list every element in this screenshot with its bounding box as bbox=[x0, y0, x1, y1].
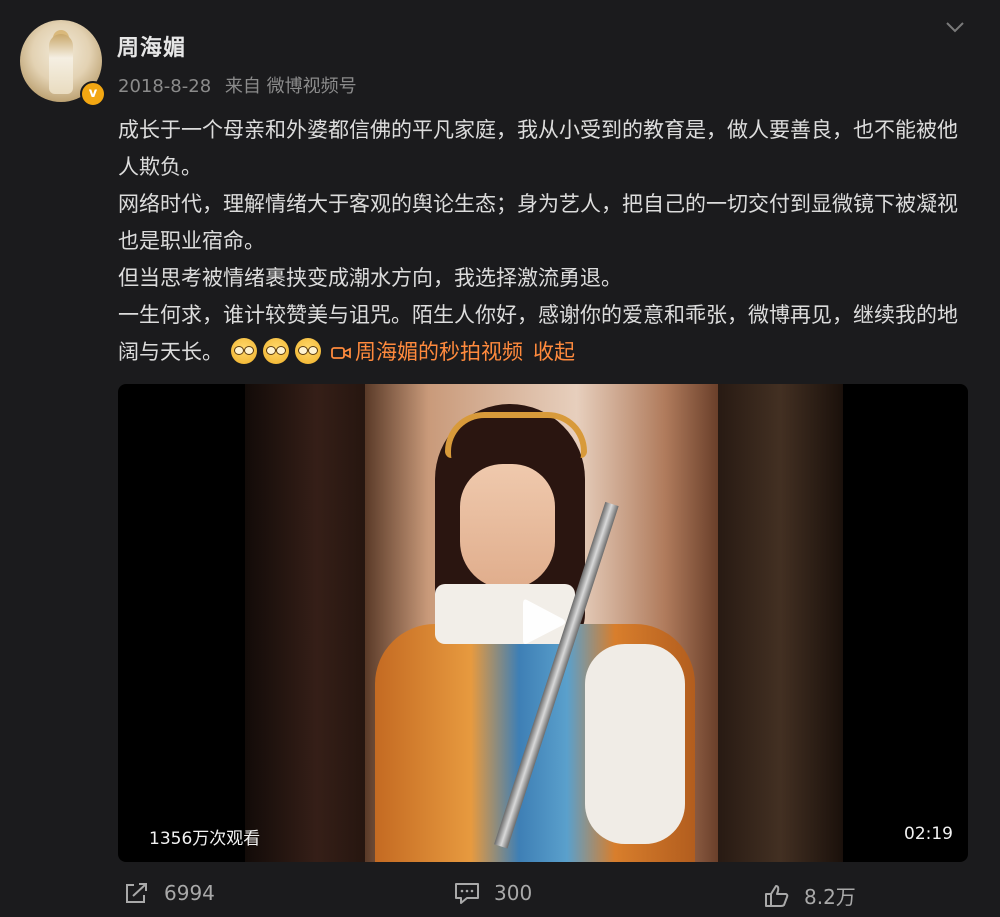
video-link-label: 周海媚的秒拍视频 bbox=[355, 340, 523, 364]
video-link[interactable]: 周海媚的秒拍视频 bbox=[331, 340, 523, 364]
username[interactable]: 周海媚 bbox=[117, 30, 186, 62]
video-camera-icon bbox=[331, 347, 351, 359]
thumbnail-sleeve bbox=[585, 644, 685, 844]
verified-badge-icon: v bbox=[80, 81, 106, 107]
thumbnail-face bbox=[460, 464, 555, 589]
nerd-face-emoji bbox=[263, 338, 289, 364]
post-paragraph-last: 一生何求，谁计较赞美与诅咒。陌生人你好，感谢你的爱意和乖张，微博再见，继续我的地… bbox=[118, 297, 968, 371]
weibo-post-card: v 周海媚 2018-8-28 来自 微博视频号 成长于一个母亲和外婆都信佛的平… bbox=[0, 0, 1000, 917]
action-bar: 6994 300 8.2万 bbox=[0, 875, 1000, 917]
thumbs-up-icon bbox=[765, 884, 789, 907]
play-icon[interactable] bbox=[521, 596, 567, 648]
post-date[interactable]: 2018-8-28 bbox=[118, 76, 211, 97]
nerd-face-emoji bbox=[295, 338, 321, 364]
video-blur-background bbox=[245, 384, 365, 862]
nerd-face-emoji bbox=[231, 338, 257, 364]
post-source: 来自 微博视频号 bbox=[224, 76, 357, 97]
comment-icon bbox=[455, 883, 479, 904]
share-count: 6994 bbox=[164, 881, 215, 905]
post-body: 成长于一个母亲和外婆都信佛的平凡家庭，我从小受到的教育是，做人要善良，也不能被他… bbox=[118, 112, 968, 371]
chevron-down-icon[interactable] bbox=[945, 20, 965, 34]
post-meta: 2018-8-28 来自 微博视频号 bbox=[118, 72, 357, 98]
avatar-figure bbox=[49, 34, 73, 94]
share-icon bbox=[126, 883, 147, 903]
comment-count: 300 bbox=[494, 881, 533, 905]
video-blur-background bbox=[718, 384, 843, 862]
view-count: 1356万次观看 bbox=[149, 829, 261, 849]
like-button[interactable]: 8.2万 bbox=[764, 881, 856, 910]
post-paragraph: 成长于一个母亲和外婆都信佛的平凡家庭，我从小受到的教育是，做人要善良，也不能被他… bbox=[118, 118, 958, 179]
post-paragraph: 但当思考被情绪裹挟变成潮水方向，我选择激流勇退。 bbox=[118, 266, 622, 290]
like-count: 8.2万 bbox=[804, 885, 856, 909]
comment-button[interactable]: 300 bbox=[454, 881, 532, 905]
collapse-link[interactable]: 收起 bbox=[533, 340, 575, 364]
post-paragraph: 网络时代，理解情绪大于客观的舆论生态；身为艺人，把自己的一切交付到显微镜下被凝视… bbox=[118, 192, 958, 253]
thumbnail-headband bbox=[445, 412, 587, 458]
video-duration: 02:19 bbox=[904, 824, 953, 844]
share-button[interactable]: 6994 bbox=[124, 881, 215, 905]
video-player[interactable]: 1356万次观看 02:19 bbox=[118, 384, 968, 862]
